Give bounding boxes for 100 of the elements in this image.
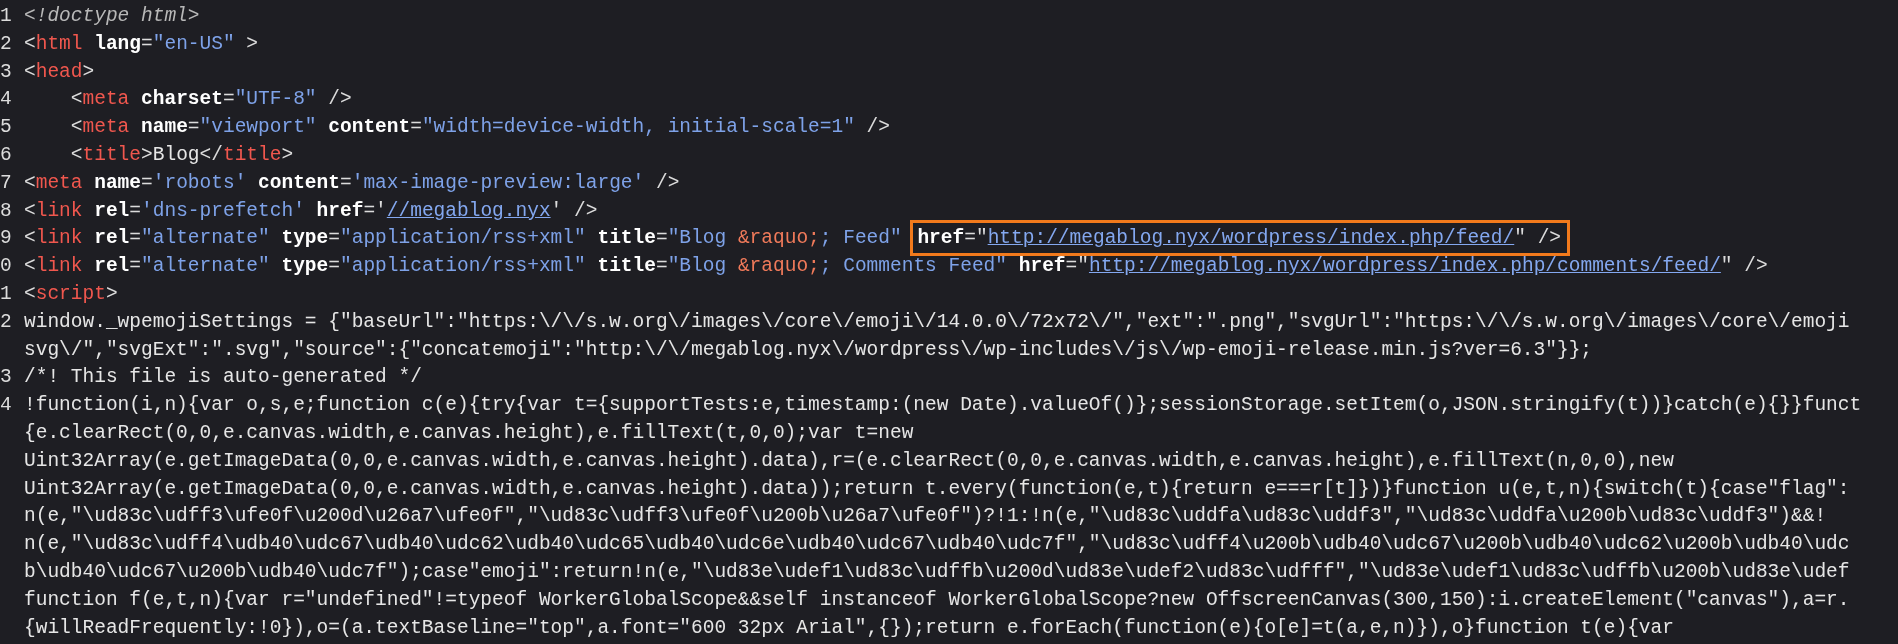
code-text: svg\/","svgExt":".svg","source":{"concatemoji":"http:\/\/megablog.nyx\/wordpress\/wp-includes\/js\/wp-emoji-release.min.js?ver=6.3"}};: [24, 338, 1593, 361]
punctuation: <: [24, 227, 36, 250]
line-number: 3: [0, 60, 12, 83]
punctuation: >: [105, 282, 118, 305]
line-number: 8: [0, 199, 12, 222]
punctuation: <: [24, 60, 36, 83]
link[interactable]: http://megablog.nyx/wordpress/index.php/feed/: [987, 227, 1515, 250]
line-number: 2: [0, 310, 12, 333]
html-entity: &raquo;: [737, 255, 820, 278]
tag-name: html: [35, 32, 83, 55]
punctuation: <: [69, 88, 83, 111]
line-number: 1: [0, 5, 12, 27]
attribute-name: title: [596, 227, 656, 250]
punctuation: =: [141, 32, 153, 55]
punctuation: =: [129, 227, 142, 250]
attribute-value: "Blog: [667, 255, 728, 278]
attribute-name: href: [917, 227, 965, 250]
attribute-value: ; Comments Feed": [819, 255, 1008, 278]
code-text: !function(i,n){var o,s,e;function c(e){try{var t={supportTests:e,timestamp:(new Date).valueOf()};sessionStorage.setItem(o,JSON.stringify(t))}catch(e){}}funct: [24, 394, 1862, 417]
doctype-declaration: <!doctype html>: [24, 5, 200, 27]
attribute-value: "Blog: [667, 227, 728, 250]
code-text: Uint32Array(e.getImageData(0,0,e.canvas.width,e.canvas.height).data));return t.every(function(e,t){return e===r[t]})}function u(e,t,n){switch(t){case"flag":: [24, 477, 1850, 500]
attribute-name: href: [1017, 255, 1066, 278]
html-entity: &raquo;: [737, 227, 820, 250]
punctuation: <: [24, 282, 36, 305]
punctuation: <: [69, 144, 83, 166]
punctuation: />: [327, 88, 352, 111]
code-text: n(e,"\ud83c\udff4\udb40\udc67\udb40\udc62\udb40\udc65\udb40\udc6e\udb40\udc67\udb40\udc7f","\ud83c\udff4\u200b\udb40\udc67\u200b\udb40\udc62\u200b\udb40\udc: [24, 533, 1850, 556]
code-text: window._wpemojiSettings = {"baseUrl":"https:\/\/s.w.org\/images\/core\/emoji\/14.0.0\/72x72\/","ext":".png","svgUrl":"https:\/\/s.w.org\/images\/core\/emoji: [24, 310, 1850, 333]
tag-name: link: [35, 255, 83, 278]
punctuation: " />: [1514, 227, 1562, 250]
punctuation: </: [199, 144, 223, 166]
code-text: {e.clearRect(0,0,e.canvas.width,e.canvas.height),e.fillText(t,0,0);var t=new: [24, 421, 914, 444]
attribute-name: type: [280, 227, 329, 250]
attribute-value: 'robots': [152, 171, 247, 194]
code-text: Uint32Array(e.getImageData(0,0,e.canvas.width,e.canvas.height).data),r=(e.clearRect(0,0,e.canvas.width,e.canvas.height),e.fillText(n,0,0),new: [24, 449, 1674, 472]
punctuation: =: [340, 171, 352, 194]
attribute-name: lang: [93, 32, 142, 55]
attribute-value: "application/rss+xml": [340, 227, 586, 250]
code-text: /*! This file is auto-generated */: [24, 366, 422, 389]
punctuation: =": [964, 227, 988, 250]
punctuation: =: [141, 171, 153, 194]
tag-name: script: [35, 282, 106, 305]
code-text: b\udb40\udc67\u200b\udb40\udc7f");case"emoji":return!n(e,"\ud83e\udef1\ud83c\udffb\u200d\ud83e\udef2\ud83c\udfff","\ud83e\udef1\ud83c\udffb\u200b\ud83e\udef: [24, 560, 1850, 583]
code-text: function f(e,t,n){var r="undefined"!=typeof WorkerGlobalScope&&self instanceof WorkerGlobalScope?new OffscreenCanvas(300,150):i.createElement("canvas"),a=r.: [24, 588, 1850, 611]
tag-name: meta: [82, 88, 130, 111]
punctuation: />: [654, 171, 680, 194]
attribute-name: charset: [140, 88, 223, 111]
attribute-value: "en-US": [152, 32, 235, 55]
code-text: Blog: [152, 144, 200, 166]
line-number: 7: [0, 171, 12, 194]
attribute-name: name: [93, 171, 142, 194]
punctuation: >: [281, 144, 294, 166]
line-number: 0: [0, 255, 12, 278]
line-number: 6: [0, 144, 12, 166]
punctuation: =: [187, 116, 200, 139]
attribute-value: ; Feed": [819, 227, 903, 250]
tag-name: title: [82, 144, 142, 166]
punctuation: =: [410, 116, 422, 139]
punctuation: />: [865, 116, 890, 139]
punctuation: <: [24, 199, 36, 222]
tag-name: head: [35, 60, 83, 83]
attribute-value: "alternate": [141, 227, 270, 250]
attribute-value: "width=device-width, initial-scale=1": [421, 116, 855, 139]
attribute-value: "UTF-8": [234, 88, 317, 111]
code-text: {willReadFrequently:!0}),o=(a.textBaseline="top",a.font="600 32px Arial",{});return e.forEach(function(e){o[e]=t(a,e,n)}),o}function t(e){var: [24, 616, 1674, 639]
attribute-name: title: [596, 255, 656, 278]
attribute-name: type: [280, 255, 329, 278]
attribute-name: href: [315, 199, 364, 222]
link[interactable]: http://megablog.nyx/wordpress/index.php/comments/feed/: [1088, 255, 1721, 278]
punctuation: <: [24, 32, 36, 55]
attribute-value: 'dns-prefetch': [141, 199, 305, 222]
punctuation: <: [69, 116, 83, 139]
tag-name: meta: [35, 171, 83, 194]
punctuation: >: [141, 144, 153, 166]
punctuation: =: [655, 227, 668, 250]
attribute-name: rel: [93, 255, 130, 278]
tag-name: title: [222, 144, 282, 166]
punctuation: >: [245, 32, 259, 55]
attribute-name: rel: [93, 227, 130, 250]
attribute-value: "alternate": [141, 255, 270, 278]
link[interactable]: //megablog.nyx: [386, 199, 551, 222]
attribute-value: "application/rss+xml": [340, 255, 586, 278]
punctuation: " />: [1720, 255, 1768, 278]
tag-name: meta: [82, 116, 130, 139]
attribute-name: content: [327, 116, 411, 139]
punctuation: =: [129, 255, 142, 278]
attribute-name: rel: [93, 199, 130, 222]
punctuation: =': [363, 199, 387, 222]
attribute-name: name: [140, 116, 188, 139]
punctuation: =: [328, 227, 340, 250]
punctuation: <: [24, 171, 36, 194]
line-number: 1: [0, 282, 12, 305]
punctuation: ' />: [550, 199, 598, 222]
line-number: 9: [0, 227, 12, 250]
punctuation: =: [328, 255, 340, 278]
line-number: 3: [0, 366, 12, 389]
code-text: n(e,"\ud83c\udff3\ufe0f\u200d\u26a7\ufe0f","\ud83c\udff3\ufe0f\u200b\u26a7\ufe0f")?!1:!n(e,"\ud83c\uddfa\ud83c\uddf3","\ud83c\uddfa\u200b\ud83c\uddf3")&&!: [24, 505, 1827, 528]
attribute-value: 'max-image-preview:large': [351, 171, 645, 194]
attribute-name: content: [257, 171, 340, 194]
